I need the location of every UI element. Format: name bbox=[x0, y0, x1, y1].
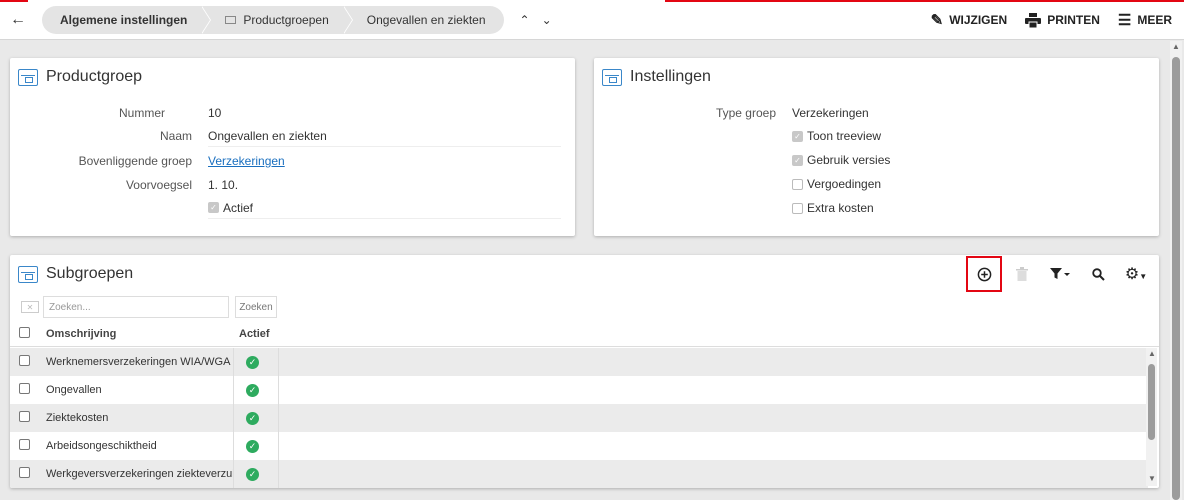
page-scrollbar[interactable]: ▲ bbox=[1170, 41, 1182, 500]
grid-scrollbar[interactable]: ▲ ▼ bbox=[1146, 348, 1157, 486]
hamburger-icon: ☰ bbox=[1117, 12, 1132, 29]
active-check-icon: ✓ bbox=[246, 383, 259, 397]
arrow-left-icon: ← bbox=[10, 10, 26, 28]
option-gebruik-versies: ✓ Gebruik versies bbox=[792, 149, 890, 171]
field-nummer: Nummer 10 bbox=[118, 106, 222, 120]
filter-icon bbox=[1050, 268, 1070, 279]
pencil-icon: ✎ bbox=[930, 12, 944, 29]
vergoedingen-checkbox bbox=[792, 178, 803, 190]
folder-icon bbox=[18, 265, 38, 283]
field-voorvoegsel: Voorvoegsel 1. 10. bbox=[125, 178, 239, 192]
table-row[interactable]: Arbeidsongeschiktheid ✓ bbox=[10, 432, 1148, 460]
chevron-up-icon[interactable]: ⌃ bbox=[520, 13, 530, 27]
field-bovenliggende-groep: Bovenliggende groep Verzekeringen bbox=[78, 154, 285, 168]
field-type-groep: Type groep Verzekeringen bbox=[715, 106, 869, 120]
settings-button[interactable]: ⚙▼ bbox=[1117, 255, 1155, 293]
breadcrumb: Algemene instellingen Productgroepen Ong… bbox=[42, 5, 504, 34]
active-check-icon: ✓ bbox=[246, 467, 259, 481]
instellingen-title: Instellingen bbox=[630, 68, 711, 85]
page-scrollbar-thumb[interactable] bbox=[1172, 57, 1180, 500]
row-checkbox[interactable] bbox=[19, 355, 30, 366]
add-circle-icon bbox=[977, 267, 991, 281]
scroll-down-arrow-icon[interactable]: ▼ bbox=[1148, 474, 1156, 483]
option-toon-treeview: ✓ Toon treeview bbox=[792, 125, 881, 147]
trash-icon bbox=[1016, 267, 1028, 281]
active-check-icon: ✓ bbox=[246, 439, 259, 453]
gebruik-versies-checkbox: ✓ bbox=[792, 154, 803, 166]
row-checkbox[interactable] bbox=[19, 383, 30, 394]
field-naam: Naam Ongevallen en ziekten bbox=[10, 125, 561, 147]
back-button[interactable]: ← bbox=[0, 0, 36, 40]
row-checkbox[interactable] bbox=[19, 411, 30, 422]
wijzigen-button[interactable]: ✎ WIJZIGEN bbox=[931, 11, 1008, 29]
table-row[interactable]: Werkgeversverzekeringen ziekteverzuim ✓ bbox=[10, 460, 1148, 488]
search-row: ✕ Zoeken... Zoeken bbox=[10, 293, 1159, 321]
breadcrumb-productgroepen[interactable]: Productgroepen bbox=[201, 5, 354, 34]
productgroep-panel: Productgroep Nummer 10 Naam Ongevallen e… bbox=[10, 58, 575, 236]
chevron-down-icon[interactable]: ⌄ bbox=[542, 13, 552, 27]
zoeken-button[interactable]: Zoeken bbox=[235, 296, 277, 318]
row-checkbox[interactable] bbox=[19, 439, 30, 450]
grid-header: Omschrijving Actief bbox=[10, 321, 1159, 347]
column-omschrijving[interactable]: Omschrijving bbox=[43, 328, 233, 340]
folder-icon bbox=[602, 68, 622, 86]
table-row[interactable]: Werknemersverzekeringen WIA/WGA ✓ bbox=[10, 348, 1148, 376]
scroll-up-arrow-icon[interactable]: ▲ bbox=[1148, 349, 1156, 358]
filter-button[interactable] bbox=[1041, 255, 1079, 293]
folder-icon bbox=[18, 68, 38, 86]
bovenliggende-groep-link[interactable]: Verzekeringen bbox=[208, 154, 285, 168]
subgroepen-toolbar: ⚙▼ bbox=[965, 255, 1155, 293]
toon-treeview-checkbox: ✓ bbox=[792, 130, 803, 142]
option-extra-kosten: Extra kosten bbox=[792, 197, 874, 219]
top-bar: ← Algemene instellingen Productgroepen O… bbox=[0, 0, 1184, 40]
subgroepen-panel: Subgroepen ⚙▼ ✕ Zoeken... Zoeken Omschri… bbox=[10, 255, 1159, 488]
option-vergoedingen: Vergoedingen bbox=[792, 173, 881, 195]
clear-filter-icon[interactable]: ✕ bbox=[21, 301, 39, 313]
actief-checkbox: ✓ bbox=[208, 202, 219, 213]
printen-button[interactable]: PRINTEN bbox=[1025, 12, 1100, 28]
printer-icon bbox=[1025, 12, 1042, 28]
accent-line-left bbox=[0, 0, 28, 2]
subgroepen-title: Subgroepen bbox=[46, 265, 134, 282]
search-icon bbox=[1091, 267, 1105, 281]
column-actief[interactable]: Actief bbox=[233, 321, 279, 346]
settings-gear-icon: ⚙▼ bbox=[1124, 266, 1148, 283]
grid-scrollbar-thumb[interactable] bbox=[1148, 364, 1155, 440]
table-row[interactable]: Ongevallen ✓ bbox=[10, 376, 1148, 404]
table-row[interactable]: Ziektekosten ✓ bbox=[10, 404, 1148, 432]
row-checkbox[interactable] bbox=[19, 467, 30, 478]
breadcrumb-ongevallen-en-ziekten[interactable]: Ongevallen en ziekten bbox=[342, 5, 504, 34]
delete-button[interactable] bbox=[1003, 255, 1041, 293]
select-all-checkbox[interactable] bbox=[19, 326, 30, 338]
productgroep-header: Productgroep bbox=[10, 58, 575, 96]
meer-button[interactable]: ☰ MEER bbox=[1118, 11, 1172, 29]
extra-kosten-checkbox bbox=[792, 202, 803, 214]
active-check-icon: ✓ bbox=[246, 411, 259, 425]
record-navigation: ⌃ ⌄ bbox=[520, 13, 552, 27]
top-actions: ✎ WIJZIGEN PRINTEN ☰ MEER bbox=[931, 0, 1172, 40]
field-actief: ✓ Actief bbox=[208, 197, 561, 219]
search-button[interactable] bbox=[1079, 255, 1117, 293]
search-input[interactable]: Zoeken... bbox=[43, 296, 229, 318]
active-check-icon: ✓ bbox=[246, 355, 259, 369]
add-button[interactable] bbox=[965, 255, 1003, 293]
productgroep-title: Productgroep bbox=[46, 68, 143, 85]
instellingen-header: Instellingen bbox=[594, 58, 1159, 96]
breadcrumb-algemene-instellingen[interactable]: Algemene instellingen bbox=[42, 5, 212, 34]
instellingen-panel: Instellingen Type groep Verzekeringen ✓ … bbox=[594, 58, 1159, 236]
scroll-up-arrow-icon[interactable]: ▲ bbox=[1172, 42, 1180, 51]
folder-icon bbox=[225, 15, 237, 24]
